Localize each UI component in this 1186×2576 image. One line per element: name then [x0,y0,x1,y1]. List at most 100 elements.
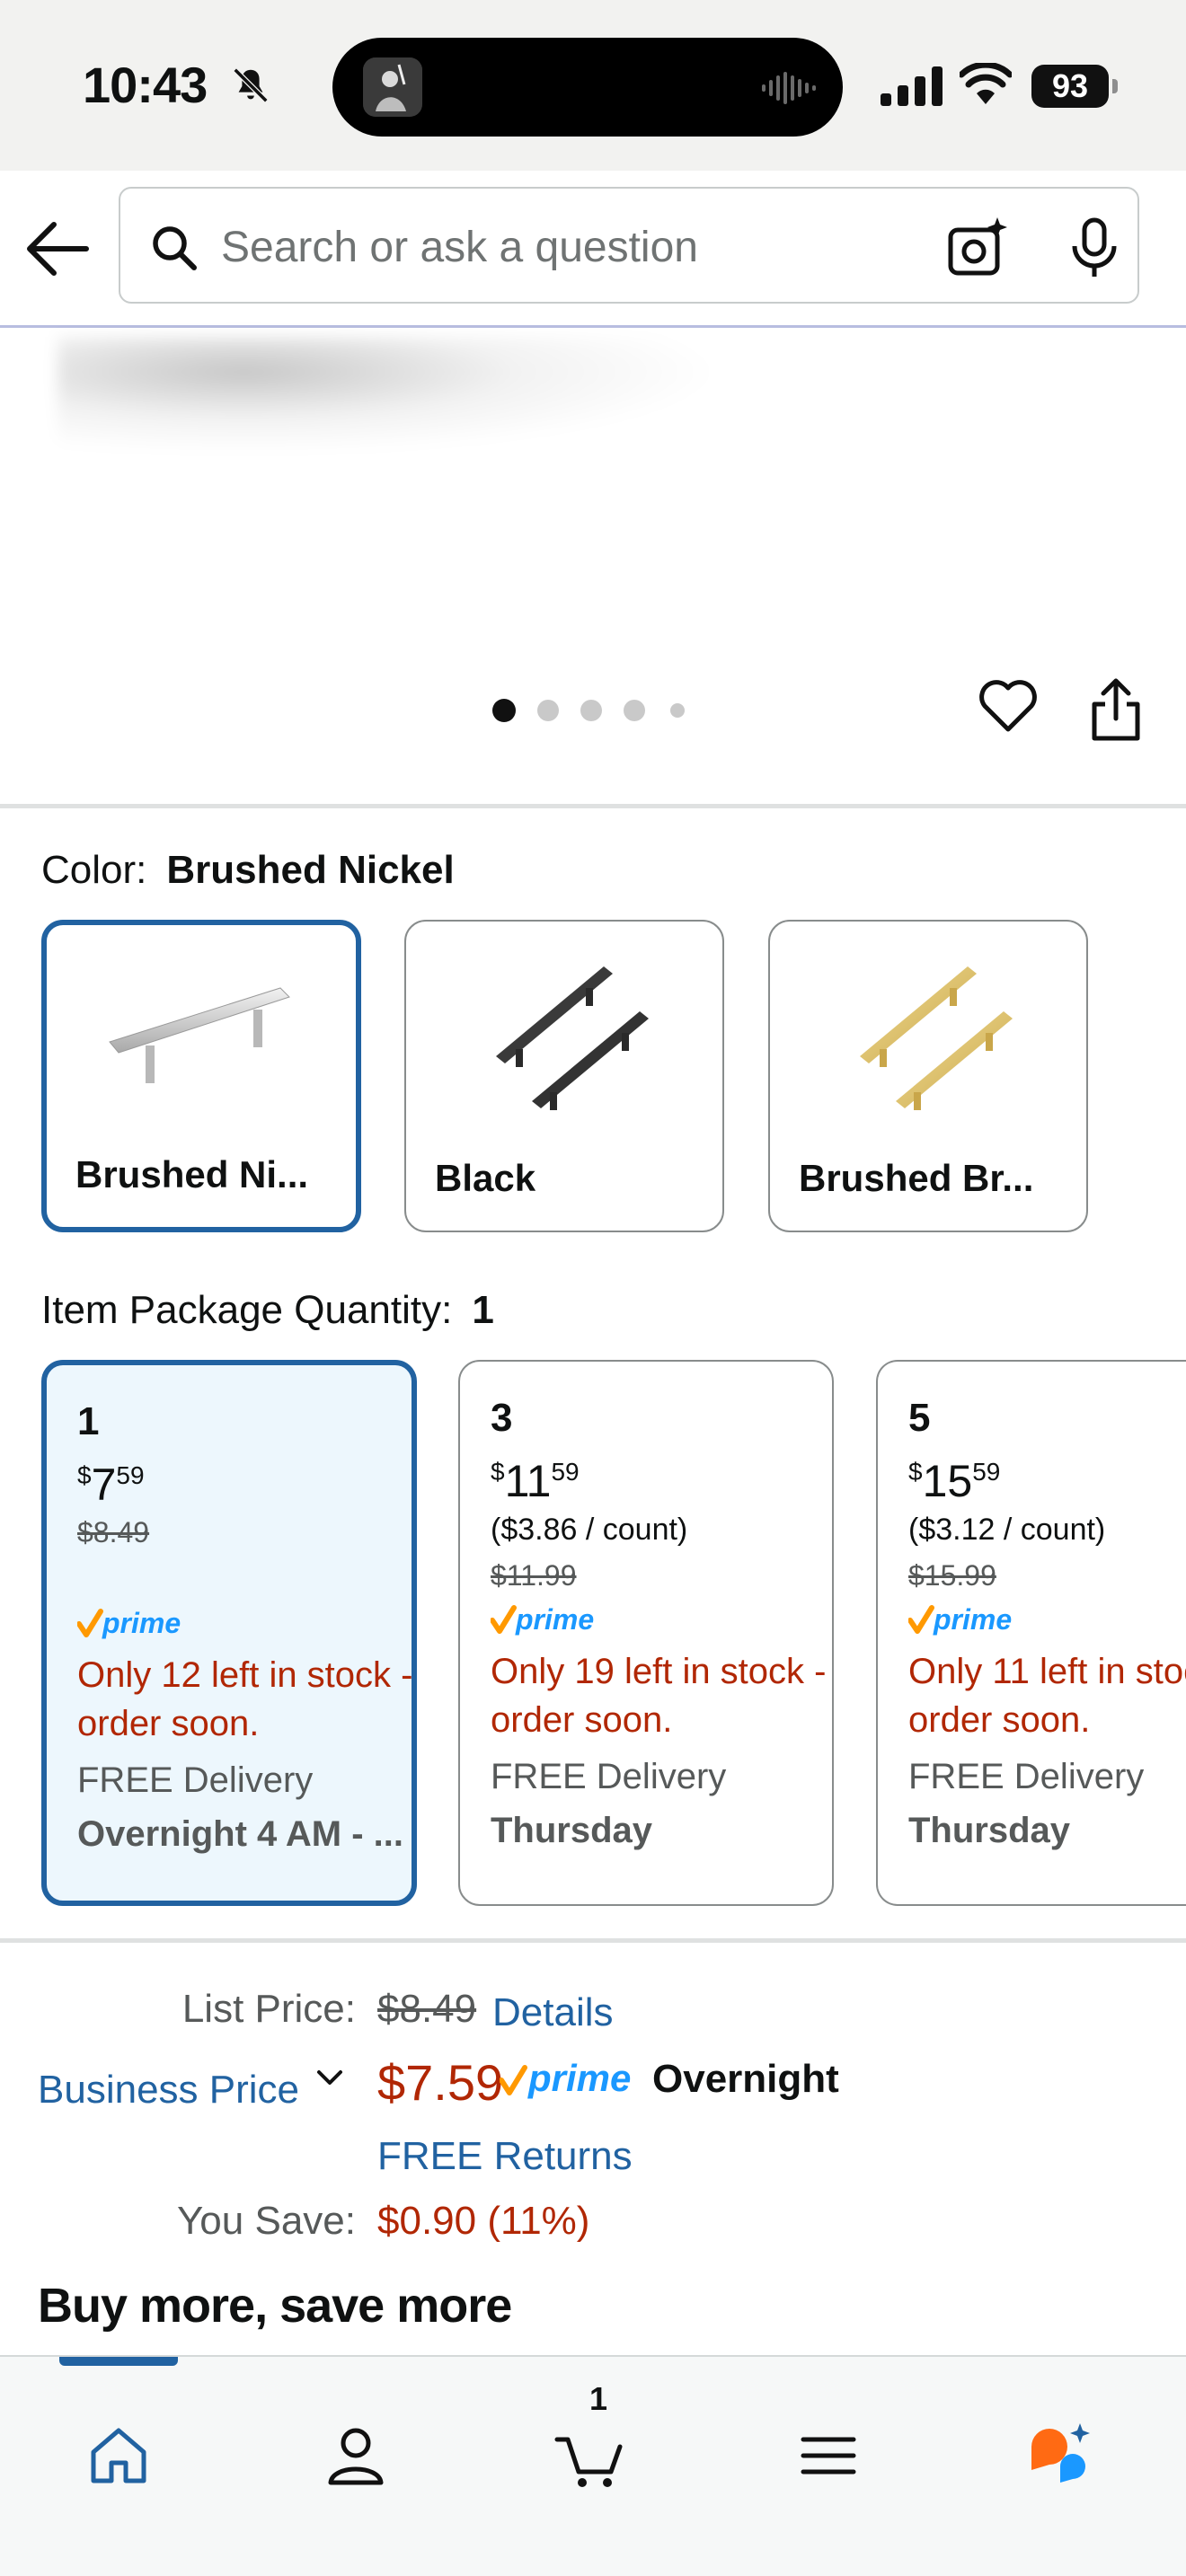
section-heading: Buy more, save more [38,2279,512,2333]
battery-cap [1112,79,1118,93]
color-label-row: Color: Brushed Nickel [41,848,455,893]
business-price-label: Business Price [38,2068,300,2112]
svg-text:prime: prime [102,1607,181,1639]
prime-badge-icon: prime [500,2060,631,2099]
delivery-info: FREE Delivery Thursday [491,1750,823,1857]
cart-icon[interactable] [553,2420,625,2492]
quantity-count: 5 [908,1396,931,1440]
delivery-label: FREE Delivery [491,1757,727,1796]
stock-warning: Only 11 left in stock - order soon. [908,1652,1186,1740]
camera-search-icon[interactable] [945,216,1010,280]
color-swatch-brushed-brass[interactable]: Brushed Br... [768,920,1088,1232]
was-price: $15.99 [908,1559,996,1592]
brushed-nickel-handle-image [109,987,290,1083]
quantity-option-content: 3 $1159 ($3.86 / count) $11.99 [491,1396,832,1606]
price-cents: 59 [551,1458,580,1486]
prime-badge-icon: prime [77,1607,181,1639]
price-cents: 59 [116,1461,145,1489]
wifi-icon [960,63,1012,104]
price-dollars: 15 [922,1456,973,1506]
prime-badge-icon: prime [491,1603,594,1636]
black-handle-image [496,966,649,1110]
home-icon[interactable] [83,2420,155,2492]
quantity-option-5[interactable]: 5 $1559 ($3.12 / count) $15.99 prime Onl… [876,1360,1186,1906]
prime-word: prime [527,2060,631,2099]
quantity-selected-value: 1 [472,1288,494,1332]
quantity-price: $1159 [491,1456,580,1506]
search-input[interactable] [221,216,1012,278]
heart-icon[interactable] [978,677,1039,735]
list-price-label: List Price: [181,1987,356,2031]
color-label: Color: [41,848,147,892]
svg-text:prime: prime [933,1603,1012,1636]
current-price: $7.59 [377,2054,504,2111]
carousel-dot [580,700,602,721]
cellular-signal-icon [881,66,943,106]
battery-level: 93 [1031,65,1109,108]
per-count-price: ($3.12 / count) [908,1513,1106,1547]
delivery-day: Thursday [491,1811,653,1850]
color-swatch-black[interactable]: Black [404,920,724,1232]
share-icon[interactable] [1087,677,1145,742]
microphone-icon[interactable] [1067,217,1121,278]
quantity-count: 3 [491,1396,513,1440]
svg-text:prime: prime [515,1603,594,1636]
business-price-dropdown[interactable]: Business Price [38,2068,346,2113]
color-swatch-brushed-nickel[interactable]: Brushed Ni... [41,920,361,1232]
prime-badge-icon: prime [908,1603,1012,1636]
section-divider [0,804,1186,808]
color-swatch-label: Brushed Ni... [75,1153,309,1195]
was-price: $8.49 [77,1516,150,1548]
quantity-option-3[interactable]: 3 $1159 ($3.86 / count) $11.99 prime Onl… [458,1360,834,1906]
delivery-info: FREE Delivery Thursday [908,1750,1186,1857]
carousel-dot [492,699,516,722]
you-save-label: You Save: [177,2199,356,2243]
active-tab-indicator [59,2357,178,2366]
quantity-price: $1559 [908,1456,1001,1506]
quantity-option-content: 1 $759 $8.49 [77,1399,412,1563]
rufus-assistant-icon[interactable] [1024,2420,1096,2492]
search-bar[interactable] [119,187,1139,304]
color-swatch-label: Black [435,1157,536,1199]
was-price: $11.99 [491,1559,577,1592]
audio-waveform-icon [762,72,816,104]
status-time: 10:43 [83,57,208,113]
delivery-label: FREE Delivery [77,1760,314,1800]
quantity-option-1[interactable]: 1 $759 $8.49 prime Only 12 left in stock… [41,1360,417,1906]
per-count-price: ($3.86 / count) [491,1513,688,1547]
status-bar: 10:43 93 [0,0,1186,304]
free-returns-link[interactable]: FREE Returns [377,2134,633,2179]
details-link[interactable]: Details [492,1990,614,2035]
bell-off-icon [233,67,269,103]
carousel-dot [670,703,685,718]
price-cents: 59 [972,1458,1001,1486]
you-save-value: $0.90 (11%) [377,2199,590,2243]
product-image [58,337,722,454]
stock-warning: Only 19 left in stock - order soon. [491,1652,827,1740]
delivery-day: Overnight 4 AM - ... [77,1814,403,1854]
quantity-label: Item Package Quantity: [41,1288,453,1332]
price-dollars: 7 [91,1460,117,1510]
carousel-dot [624,700,645,721]
quantity-option-content: 5 $1559 ($3.12 / count) $15.99 [908,1396,1186,1606]
quantity-price: $759 [77,1460,145,1510]
stock-warning: Only 12 left in stock - order soon. [77,1655,413,1743]
back-arrow-icon[interactable] [23,217,92,280]
color-swatch-label: Brushed Br... [799,1157,1034,1199]
battery-indicator: 93 [1031,65,1118,108]
brushed-brass-handle-image [860,966,1013,1110]
quantity-label-row: Item Package Quantity: 1 [41,1288,494,1333]
menu-icon[interactable] [792,2420,864,2492]
cart-count-badge: 1 [589,2380,608,2417]
now-playing-artwork [363,57,422,117]
prime-speed: Overnight [652,2057,839,2101]
list-price-value: $8.49 [377,1987,477,2031]
price-dollars: 11 [504,1456,552,1506]
account-icon[interactable] [320,2420,392,2492]
dynamic-island [332,38,843,137]
delivery-label: FREE Delivery [908,1757,1145,1796]
carousel-dot [537,700,559,721]
color-selected-value: Brushed Nickel [166,848,455,892]
delivery-info: FREE Delivery Overnight 4 AM - ... [77,1753,410,1861]
section-divider [0,1938,1186,1943]
